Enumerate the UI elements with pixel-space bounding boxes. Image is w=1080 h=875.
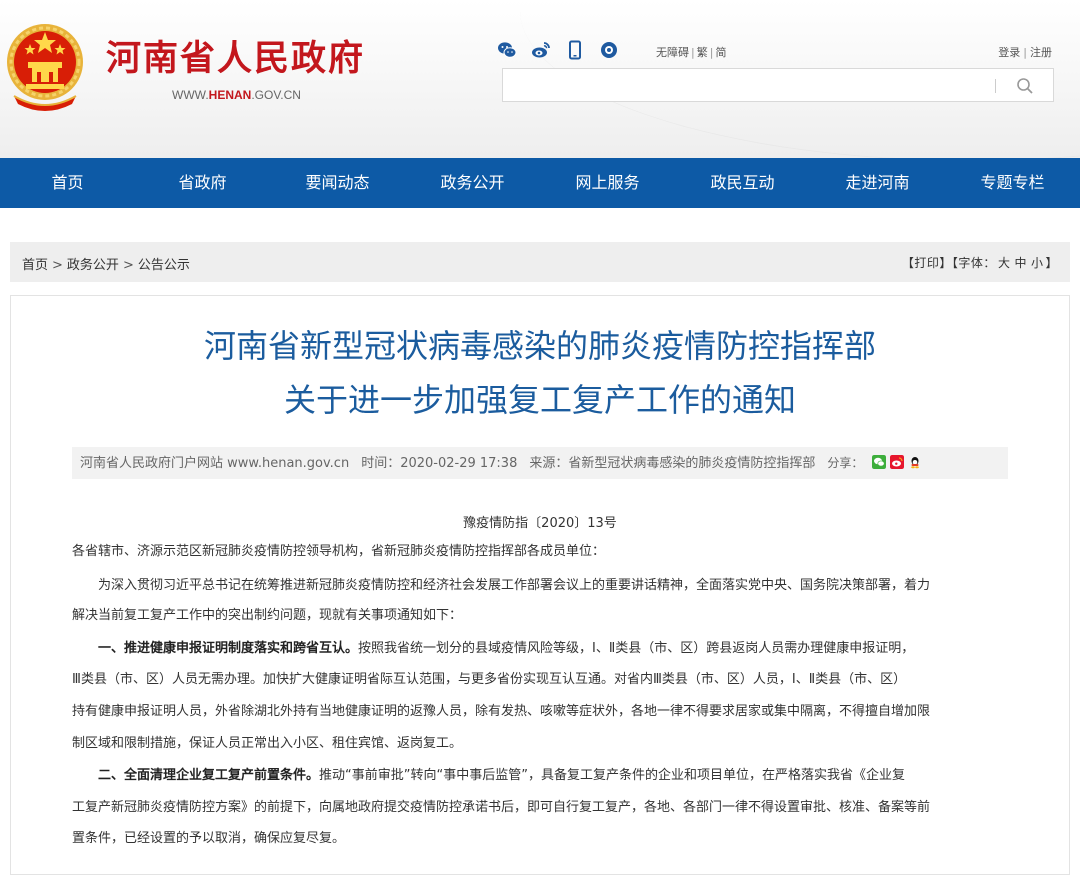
section-2-line-2: 工复产新冠肺炎疫情防控方案》的前提下，向属地政府提交疫情防控承诺书后，即可自行复…: [72, 800, 931, 815]
print-button[interactable]: 【打印】: [902, 256, 952, 270]
main-nav: 首页 省政府 要闻动态 政务公开 网上服务 政民互动 走进河南 专题专栏: [0, 158, 1080, 208]
site-url-brand: HENAN: [208, 88, 252, 102]
section-2-text: 推动“事前审批”转向“事中事后监管”，具备复工复产条件的企业和项目单位，在严格落…: [319, 768, 905, 783]
login-link[interactable]: 登录: [998, 46, 1020, 59]
accessibility-link[interactable]: 无障碍: [656, 46, 689, 59]
section-1-line-1: 一、推进健康申报证明制度落实和跨省互认。按照我省统一划分的县域疫情风险等级，Ⅰ、…: [72, 635, 1008, 663]
share-wechat-icon[interactable]: [871, 455, 886, 469]
site-url-suffix: .GOV.CN: [251, 88, 301, 102]
share-label: 分享：: [827, 456, 864, 470]
search-divider: [995, 79, 996, 93]
breadcrumb-home[interactable]: 首页: [22, 258, 48, 273]
breadcrumb-announcements[interactable]: 公告公示: [138, 258, 190, 273]
article-title-line2: 关于进一步加强复工复产工作的通知: [283, 381, 796, 419]
nav-item-about-henan[interactable]: 走进河南: [810, 158, 945, 208]
accessibility-links: 无障碍 | 繁 | 简: [656, 46, 727, 59]
intro-line-2: 解决当前复工复产工作中的突出制约问题，现就有关事项通知如下：: [72, 608, 463, 623]
document-number: 豫疫情防指〔2020〕13号: [463, 516, 617, 531]
section-1-line-4: 制区域和限制措施，保证人员正常出入小区、租住宾馆、返岗复工。: [72, 736, 463, 751]
site-header: 河南省人民政府 WWW.HENAN.GOV.CN 无障碍 | 繁 | 简 登录 …: [0, 0, 1080, 158]
section-1-line-2: Ⅲ类县（市、区）人员无需办理。加快扩大健康证明省际互认范围，与更多省份实现互认互…: [72, 672, 907, 687]
share-qq-icon[interactable]: [907, 455, 922, 469]
weibo-icon[interactable]: [531, 40, 551, 60]
site-name[interactable]: 河南省人民政府: [106, 36, 365, 82]
section-2-line-1: 二、全面清理企业复工复产前置条件。推动“事前审批”转向“事中事后监管”，具备复工…: [72, 762, 1008, 790]
meta-time: 时间：2020-02-29 17:38: [361, 456, 518, 471]
intro-line-1: 为深入贯彻习近平总书记在统筹推进新冠肺炎疫情防控和经济社会发展工作部署会议上的重…: [98, 578, 931, 593]
traditional-chinese-link[interactable]: 繁: [697, 46, 708, 59]
national-emblem-icon: [7, 24, 83, 111]
breadcrumb-bar: 首页 > 政务公开 > 公告公示 【打印】【字体：大中小】: [10, 242, 1070, 282]
login-links: 登录 | 注册: [998, 46, 1052, 59]
social-icons: [497, 40, 619, 62]
nav-item-home[interactable]: 首页: [0, 158, 135, 208]
nav-item-interaction[interactable]: 政民互动: [675, 158, 810, 208]
nav-item-special-topics[interactable]: 专题专栏: [945, 158, 1080, 208]
section-1-text: 按照我省统一划分的县域疫情风险等级，Ⅰ、Ⅱ类县（市、区）跨县返岗人员需办理健康申…: [358, 641, 915, 656]
nav-item-provincial-government[interactable]: 省政府: [135, 158, 270, 208]
breadcrumb-government-affairs[interactable]: 政务公开: [67, 258, 119, 273]
search-icon[interactable]: [1015, 76, 1035, 96]
font-size-label: 【字体：: [951, 256, 996, 270]
search-input[interactable]: [511, 75, 985, 97]
app-icon[interactable]: [599, 40, 619, 60]
breadcrumb-separator: >: [52, 258, 63, 273]
font-size-suffix: 】: [1045, 256, 1058, 270]
font-size-medium[interactable]: 中: [1014, 256, 1027, 270]
nav-item-online-services[interactable]: 网上服务: [540, 158, 675, 208]
section-2-line-3: 置条件，已经设置的予以取消，确保应复尽复。: [72, 831, 346, 846]
breadcrumb-separator: >: [122, 258, 134, 273]
nav-item-government-affairs[interactable]: 政务公开: [405, 158, 540, 208]
share-weibo-icon[interactable]: [889, 455, 904, 469]
simplified-chinese-link[interactable]: 简: [715, 46, 726, 59]
register-link[interactable]: 注册: [1030, 46, 1052, 59]
meta-site: 河南省人民政府门户网站 www.henan.gov.cn: [80, 456, 350, 471]
page-tools: 【打印】【字体：大中小】: [902, 254, 1058, 271]
mobile-icon[interactable]: [565, 40, 585, 60]
addressee: 各省辖市、济源示范区新冠肺炎疫情防控领导机构，省新冠肺炎疫情防控指挥部各成员单位…: [72, 544, 606, 559]
article-title-line1: 河南省新型冠状病毒感染的肺炎疫情防控指挥部: [203, 327, 876, 365]
article-meta: 河南省人民政府门户网站 www.henan.gov.cn 时间：2020-02-2…: [72, 447, 1008, 479]
section-2-heading: 二、全面清理企业复工复产前置条件。: [98, 768, 320, 783]
site-url: WWW.HENAN.GOV.CN: [172, 88, 301, 102]
section-1-heading: 一、推进健康申报证明制度落实和跨省互认。: [98, 641, 359, 656]
nav-item-news[interactable]: 要闻动态: [270, 158, 405, 208]
section-1-line-3: 持有健康申报证明人员，外省除湖北外持有当地健康证明的返豫人员，除有发热、咳嗽等症…: [72, 704, 931, 719]
font-size-small[interactable]: 小: [1031, 256, 1044, 270]
site-url-prefix: WWW.: [172, 88, 209, 102]
search-box: [502, 68, 1054, 102]
font-size-large[interactable]: 大: [998, 256, 1011, 270]
breadcrumb: 首页 > 政务公开 > 公告公示: [22, 254, 190, 273]
meta-source: 来源：省新型冠状病毒感染的肺炎疫情防控指挥部: [529, 456, 816, 471]
wechat-icon[interactable]: [497, 40, 517, 60]
